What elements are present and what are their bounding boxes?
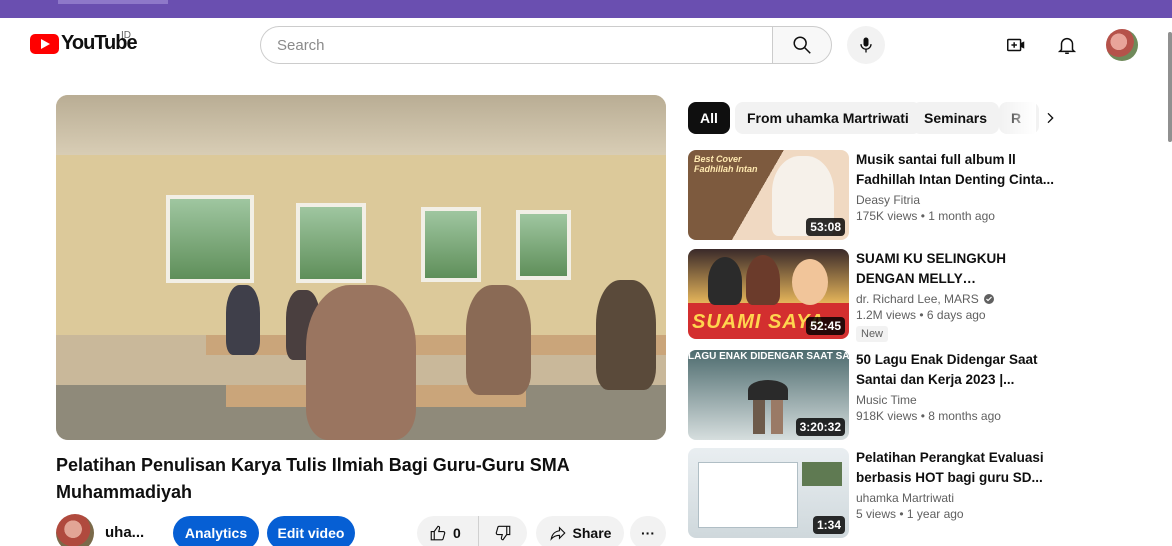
chip-from-uhamka-martriwati[interactable]: From uhamka Martriwati	[735, 102, 921, 134]
video-title[interactable]: 50 Lagu Enak Didengar Saat Santai dan Ke…	[856, 350, 1056, 390]
video-thumbnail[interactable]: LAGU ENAK DIDENGAR SAAT SANTAI 3:20:32	[688, 350, 849, 440]
recommendation-item[interactable]: Best Cover Fadhillah Intan 53:08 Musik s…	[688, 150, 1168, 244]
region-code: ID	[121, 30, 131, 41]
thumbnail-text: Best Cover Fadhillah Intan	[694, 154, 758, 174]
masthead: YouTube ID	[0, 18, 1172, 74]
video-stats: 175K views • 1 month ago	[856, 209, 995, 223]
microphone-icon	[860, 37, 872, 53]
video-plus-icon	[1007, 38, 1025, 52]
video-frame-ceiling	[56, 95, 666, 155]
create-button[interactable]	[1001, 30, 1031, 60]
umbrella-icon	[748, 380, 788, 400]
channel-name-text: dr. Richard Lee, MARS	[856, 292, 979, 306]
share-arrow-icon	[549, 526, 566, 541]
video-meta: Musik santai full album ll Fadhillah Int…	[856, 150, 1056, 223]
recommendation-item[interactable]: 1:34 Pelatihan Perangkat Evaluasi berbas…	[688, 448, 1168, 542]
chevron-right-icon	[1047, 112, 1054, 124]
video-meta: SUAMI KU SELINGKUH DENGAN MELLY GOESLOW?…	[856, 249, 1056, 342]
video-thumbnail[interactable]: SUAMI SAYA 52:45	[688, 249, 849, 339]
bell-icon	[1057, 37, 1077, 54]
video-stats: 1.2M views • 6 days ago	[856, 308, 986, 322]
notifications-button[interactable]	[1052, 30, 1082, 60]
browser-top-accent	[0, 0, 1172, 18]
thumbnail-text: SUAMI SAYA	[692, 311, 825, 333]
video-frame-window	[296, 203, 366, 283]
thumbnail-figure	[771, 400, 783, 434]
channel-name[interactable]: uha...	[105, 524, 144, 541]
video-stats: 918K views • 8 months ago	[856, 409, 1001, 423]
video-title[interactable]: Pelatihan Perangkat Evaluasi berbasis HO…	[856, 448, 1056, 488]
chips-next-button[interactable]	[1036, 104, 1064, 132]
new-badge: New	[856, 326, 889, 342]
video-title: Pelatihan Penulisan Karya Tulis Ilmiah B…	[56, 455, 570, 502]
recommendation-item[interactable]: LAGU ENAK DIDENGAR SAAT SANTAI 3:20:32 5…	[688, 350, 1168, 444]
channel-name[interactable]: Deasy Fitria	[856, 193, 1056, 207]
thumbnail-figure	[746, 255, 780, 305]
video-frame-window	[516, 210, 571, 280]
thumbnail-figure	[792, 259, 828, 305]
share-button[interactable]: Share	[536, 516, 624, 546]
more-actions-button[interactable]: ···	[630, 516, 666, 546]
chip-seminars[interactable]: Seminars	[912, 102, 1000, 134]
video-meta: 50 Lagu Enak Didengar Saat Santai dan Ke…	[856, 350, 1056, 423]
video-frame-person	[466, 285, 531, 395]
video-frame-person	[226, 285, 260, 355]
channel-name-text: uhamka Martriwati	[856, 491, 955, 505]
thumbs-up-icon	[430, 525, 446, 541]
browser-tab-sliver	[58, 0, 168, 4]
page-scrollbar[interactable]	[1168, 32, 1172, 142]
dislike-button[interactable]	[479, 516, 527, 546]
channel-name[interactable]: dr. Richard Lee, MARS	[856, 292, 1056, 306]
video-frame-person	[596, 280, 656, 390]
channel-name[interactable]: uhamka Martriwati	[856, 491, 1056, 505]
verified-badge-icon	[983, 294, 994, 304]
video-duration: 1:34	[812, 516, 845, 534]
thumbnail-figure	[708, 257, 742, 305]
edit-video-button[interactable]: Edit video	[267, 516, 355, 546]
like-count: 0	[453, 525, 461, 541]
channel-name[interactable]: Music Time	[856, 393, 1056, 407]
search-icon	[793, 36, 811, 54]
channel-avatar[interactable]	[56, 514, 94, 546]
account-avatar[interactable]	[1106, 29, 1138, 61]
search-input[interactable]	[261, 27, 772, 63]
voice-search-button[interactable]	[847, 26, 885, 64]
video-player[interactable]	[56, 95, 666, 440]
search-box	[260, 26, 772, 64]
video-duration: 52:45	[806, 317, 845, 335]
like-button[interactable]: 0	[417, 516, 479, 546]
thumbnail-webcam	[802, 462, 842, 486]
youtube-play-icon	[30, 33, 59, 54]
channel-name-text: Music Time	[856, 393, 917, 407]
thumbnail-document	[698, 462, 798, 528]
video-thumbnail[interactable]: 1:34	[688, 448, 849, 538]
video-duration: 53:08	[806, 218, 845, 236]
analytics-button[interactable]: Analytics	[173, 516, 259, 546]
video-stats: 5 views • 1 year ago	[856, 507, 964, 521]
video-frame-person	[306, 285, 416, 440]
search-button[interactable]	[772, 26, 832, 64]
channel-name-text: Deasy Fitria	[856, 193, 921, 207]
like-dislike-bar: 0	[417, 516, 527, 546]
video-title[interactable]: Musik santai full album ll Fadhillah Int…	[856, 150, 1056, 190]
recommendation-item[interactable]: SUAMI SAYA 52:45 SUAMI KU SELINGKUH DENG…	[688, 249, 1168, 343]
thumbnail-figure	[753, 400, 765, 434]
share-label: Share	[572, 525, 612, 541]
video-thumbnail[interactable]: Best Cover Fadhillah Intan 53:08	[688, 150, 849, 240]
video-frame-window	[166, 195, 254, 283]
chip-fade	[1000, 100, 1036, 136]
video-meta: Pelatihan Perangkat Evaluasi berbasis HO…	[856, 448, 1056, 521]
thumbs-down-icon	[495, 525, 511, 541]
thumbnail-text: LAGU ENAK DIDENGAR SAAT SANTAI	[688, 351, 849, 362]
video-title[interactable]: SUAMI KU SELINGKUH DENGAN MELLY GOESLOW?…	[856, 249, 1056, 289]
video-frame-window	[421, 207, 481, 282]
chip-all[interactable]: All	[688, 102, 730, 134]
video-duration: 3:20:32	[795, 418, 845, 436]
